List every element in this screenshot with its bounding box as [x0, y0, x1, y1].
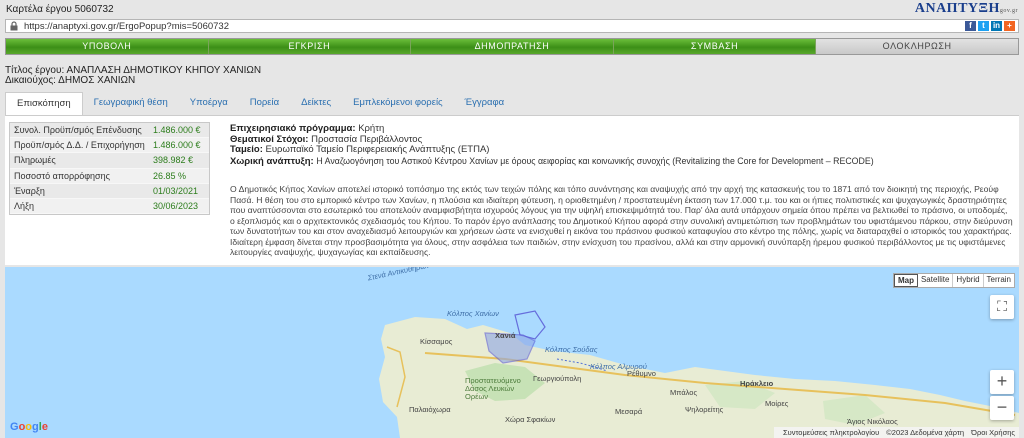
table-row: Λήξη 30/06/2023 [10, 198, 209, 215]
tab-overview[interactable]: Επισκόπηση [5, 92, 83, 116]
twitter-icon[interactable]: t [978, 21, 989, 31]
tab-documents[interactable]: Έγγραφα [454, 92, 516, 116]
stage-tender: ΔΗΜΟΠΡΑΤΗΣΗ [411, 39, 614, 54]
url-bar[interactable]: https://anaptyxi.gov.gr/ErgoPopup?mis=50… [5, 19, 1019, 33]
map-data-credit: ©2023 Δεδομένα χάρτη [886, 428, 965, 437]
map-attribution: Συντομεύσεις πληκτρολογίου ©2023 Δεδομέν… [773, 427, 1019, 438]
fullscreen-icon[interactable]: ⛶ [990, 295, 1014, 319]
table-row: Ποσοστό απορρόφησης 26.85 % [10, 168, 209, 184]
label-paleochora: Παλαιόχωρα [409, 405, 451, 414]
label-rethymno: Ρέθυμνο [627, 369, 656, 378]
map-type-switcher: Map Satellite Hybrid Terrain [892, 273, 1015, 288]
tab-subprojects[interactable]: Υποέργα [179, 92, 239, 116]
terms-link[interactable]: Όροι Χρήσης [971, 428, 1015, 437]
facebook-icon[interactable]: f [965, 21, 976, 31]
window-titlebar: Καρτέλα έργου 5060732 ΑΝΑΠΤΥΞΗgov.gr [0, 0, 1024, 18]
table-row: Πληρωμές 398.982 € [10, 153, 209, 169]
label-heraklion: Ηράκλειο [740, 379, 774, 388]
map-type-terrain[interactable]: Terrain [984, 274, 1014, 287]
keyboard-shortcuts-link[interactable]: Συντομεύσεις πληκτρολογίου [783, 428, 879, 437]
location-map[interactable]: Στενά Αντικυθήρων Κόλπος Χανίων Χανιά Κί… [5, 267, 1019, 438]
table-row: Έναρξη 01/03/2021 [10, 183, 209, 199]
info-spatial: Χωρική ανάπτυξη: Η Αναζωογόνηση του Αστι… [230, 155, 874, 167]
label-gulf-chania: Κόλπος Χανίων [447, 309, 499, 318]
label-moires: Μοίρες [765, 399, 789, 408]
lock-icon [10, 21, 18, 31]
label-souda: Κόλπος Σούδας [545, 345, 598, 354]
overview-panel: Συνολ. Προϋπ/σμός Επένδυσης 1.486.000 € Π… [5, 115, 1019, 265]
table-row: Συνολ. Προϋπ/σμός Επένδυσης 1.486.000 € [10, 123, 209, 139]
window-title: Καρτέλα έργου 5060732 [6, 4, 114, 15]
map-type-hybrid[interactable]: Hybrid [953, 274, 984, 287]
table-row: Προϋπ/σμός Δ.Δ. / Επιχορήγηση 1.486.000 € [10, 138, 209, 154]
google-logo: Google [10, 421, 48, 433]
info-fund: Ταμείο: Ευρωπαϊκό Ταμείο Περιφερειακής Α… [230, 144, 490, 155]
program-info: Επιχειρησιακό πρόγραμμα: Κρήτη Θεματικοί… [230, 123, 874, 167]
zoom-out-icon[interactable]: − [990, 396, 1014, 420]
share-buttons: f t in + [965, 21, 1015, 31]
tab-involved-bodies[interactable]: Εμπλεκόμενοι φορείς [342, 92, 454, 116]
project-beneficiary: Δικαιούχος: ΔΗΜΟΣ ΧΑΝΙΩΝ [5, 75, 136, 86]
tab-bar: Επισκόπηση Γεωγραφική θέση Υποέργα Πορεί… [5, 92, 515, 116]
label-georgioupoli: Γεωργιούπολη [533, 374, 582, 383]
project-description: Ο Δημοτικός Κήπος Χανίων αποτελεί ιστορι… [230, 184, 1013, 257]
label-kissamos: Κίσσαμος [420, 337, 453, 346]
zoom-in-icon[interactable]: + [990, 370, 1014, 394]
project-stage-bar: ΥΠΟΒΟΛΗ ΕΓΚΡΙΣΗ ΔΗΜΟΠΡΑΤΗΣΗ ΣΥΜΒΑΣΗ ΟΛΟΚ… [5, 38, 1019, 55]
stage-approval: ΕΓΚΡΙΣΗ [208, 39, 412, 54]
map-type-map[interactable]: Map [893, 274, 918, 287]
tab-location[interactable]: Γεωγραφική θέση [83, 92, 179, 116]
linkedin-icon[interactable]: in [991, 21, 1002, 31]
tab-indicators[interactable]: Δείκτες [290, 92, 342, 116]
label-protected-forest: Προστατευόμενο Δάσος Λευκών Ορέων [465, 376, 521, 401]
map-type-satellite[interactable]: Satellite [918, 274, 954, 287]
label-agios-nikolaos: Άγιος Νικόλαος [847, 417, 898, 426]
brand-logo[interactable]: ΑΝΑΠΤΥΞΗgov.gr [915, 1, 1018, 17]
label-city: Χανιά [495, 331, 516, 340]
tab-progress[interactable]: Πορεία [239, 92, 290, 116]
label-sfakia: Χώρα Σφακίων [505, 415, 556, 424]
share-plus-icon[interactable]: + [1004, 21, 1015, 31]
stage-contract: ΣΥΜΒΑΣΗ [613, 39, 817, 54]
label-cape: Μπάλος [670, 388, 698, 397]
url-text[interactable]: https://anaptyxi.gov.gr/ErgoPopup?mis=50… [24, 21, 229, 32]
label-rethymno-hills: Ψηλορείτης [685, 405, 724, 414]
financial-table: Συνολ. Προϋπ/σμός Επένδυσης 1.486.000 € Π… [9, 122, 210, 216]
label-messara: Μεσαρά [615, 407, 643, 416]
stage-completion: ΟΛΟΚΛΗΡΩΣΗ [816, 39, 1018, 54]
crete-map-graphic [379, 310, 1019, 438]
stage-submission: ΥΠΟΒΟΛΗ [6, 39, 209, 54]
